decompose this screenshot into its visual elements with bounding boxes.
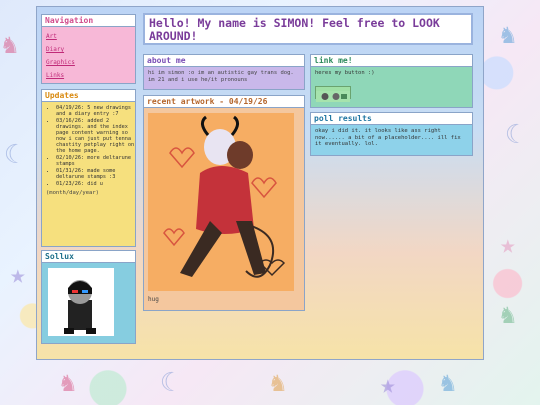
site-button-badge[interactable]: [315, 86, 351, 102]
artwork-image[interactable]: [148, 113, 294, 291]
background-pony-decoration: ♞: [2, 30, 18, 60]
background-pony-decoration: ♞: [440, 368, 456, 398]
update-item: 02/10/26: more deltarune stamps: [56, 155, 135, 167]
about-me-panel: about me hi im simon :o im an autistic g…: [143, 54, 305, 90]
link-me-header: link me!: [311, 55, 472, 67]
about-me-text: hi im simon :o im an autistic gay trans …: [148, 70, 294, 83]
background-moon-decoration: ☾: [160, 368, 176, 398]
nav-link-art[interactable]: Art: [46, 33, 135, 40]
updates-list: 04/19/26: 5 new drawings and a diary ent…: [42, 105, 135, 187]
background-pony-decoration: ♞: [500, 20, 516, 50]
update-item: 01/31/26: made some deltarune stamps :3: [56, 168, 135, 180]
background-star-decoration: ★: [10, 260, 26, 290]
link-me-panel: link me! heres my button :): [310, 54, 473, 108]
updates-header: Updates: [42, 90, 135, 102]
poll-results-header: poll results: [311, 113, 472, 125]
date-format-note: (month/day/year): [46, 190, 99, 196]
background-pony-decoration: ♞: [60, 368, 76, 398]
link-me-text: heres my button :): [315, 70, 375, 76]
sollux-panel: Sollux: [41, 250, 136, 344]
about-me-header: about me: [144, 55, 304, 67]
poll-results-text: okay i did it. it looks like ass right n…: [315, 128, 461, 147]
background-star-decoration: ★: [380, 370, 396, 400]
page-title: Hello! My name is SIMON! Feel free to LO…: [143, 13, 473, 45]
background-moon-decoration: ☾: [505, 120, 521, 150]
navigation-header: Navigation: [42, 15, 135, 27]
background-moon-decoration: ☾: [4, 140, 20, 170]
nav-link-graphics[interactable]: Graphics: [46, 59, 135, 66]
recent-artwork-panel: recent artwork - 04/19/26 hug: [143, 95, 305, 311]
navigation-panel: Navigation Art Diary Graphics Links: [41, 14, 136, 84]
sollux-image: [48, 268, 114, 336]
recent-artwork-header: recent artwork - 04/19/26: [144, 96, 304, 108]
sollux-header: Sollux: [42, 251, 135, 263]
background-pony-decoration: ♞: [500, 300, 516, 330]
nav-link-diary[interactable]: Diary: [46, 46, 135, 53]
update-item: 03/16/26: added 2 drawings. and the inde…: [56, 118, 135, 154]
poll-results-panel: poll results okay i did it. it looks lik…: [310, 112, 473, 156]
background-star-decoration: ★: [500, 230, 516, 260]
background-pony-decoration: ♞: [270, 368, 286, 398]
updates-panel: Updates 04/19/26: 5 new drawings and a d…: [41, 89, 136, 247]
update-item: 01/23/26: did u: [56, 181, 135, 187]
main-container: Hello! My name is SIMON! Feel free to LO…: [36, 6, 484, 360]
update-item: 04/19/26: 5 new drawings and a diary ent…: [56, 105, 135, 117]
nav-link-links[interactable]: Links: [46, 72, 135, 79]
artwork-caption: hug: [148, 296, 159, 303]
